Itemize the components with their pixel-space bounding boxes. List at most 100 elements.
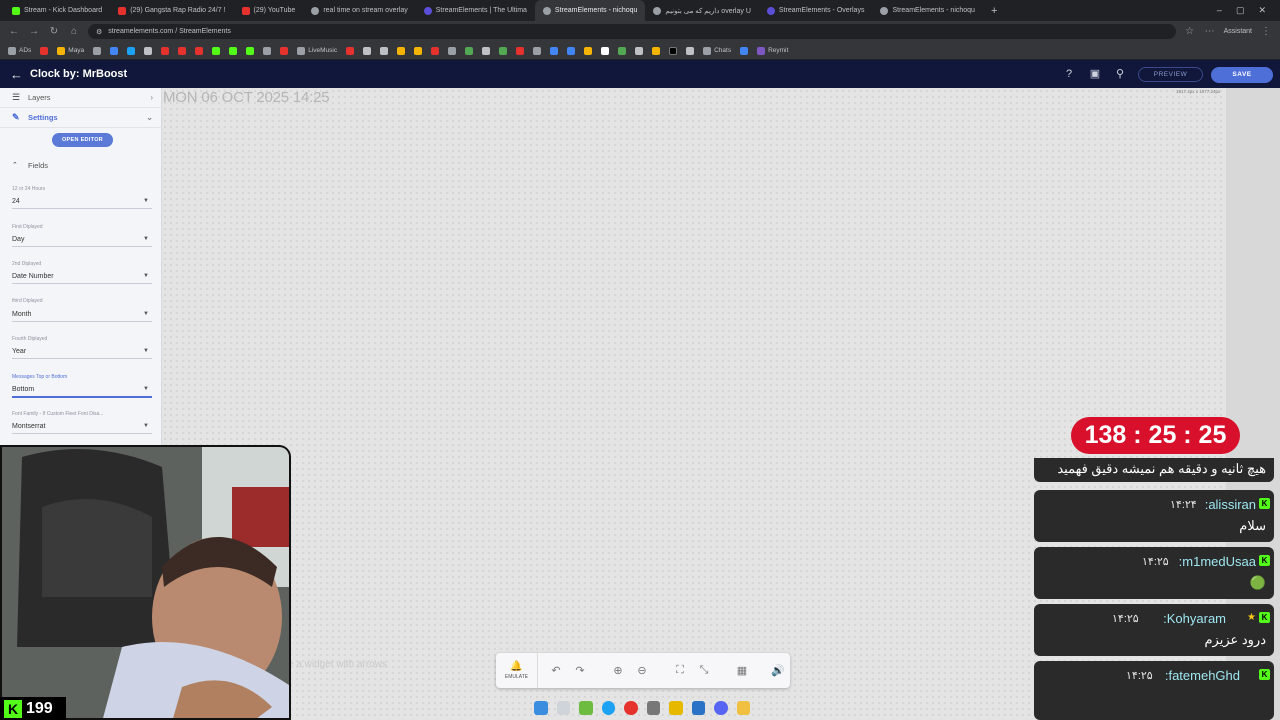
site-info-icon[interactable]: ⚙ (96, 28, 102, 36)
bookmark-reymit[interactable]: Reymit (757, 46, 788, 55)
select-second-displayed[interactable]: Date Number (12, 273, 54, 280)
taskbar-app-icon[interactable] (556, 701, 570, 715)
bookmark-icon[interactable] (635, 46, 644, 55)
bookmark-icon[interactable] (601, 46, 610, 55)
folder-icon[interactable] (736, 701, 750, 715)
select-fourth-displayed[interactable]: Year (12, 348, 26, 355)
tab-search[interactable]: real time on stream overlay (303, 0, 415, 21)
gmail-icon[interactable] (280, 46, 289, 55)
reload-icon[interactable]: ↻ (48, 26, 60, 37)
taskbar-app-icon[interactable] (691, 701, 705, 715)
fields-row[interactable]: ⌃ Fields (0, 155, 162, 175)
dropdown-caret-icon[interactable]: ▼ (143, 273, 149, 279)
tab-youtube[interactable]: (29) YouTube (234, 0, 304, 21)
taskbar-app-icon[interactable] (646, 701, 660, 715)
browser-menu-icon[interactable]: ⋮ (1260, 26, 1272, 37)
assistant-button[interactable]: Assistant (1224, 28, 1252, 35)
zoom-in-icon[interactable]: ⊕ (606, 664, 630, 677)
bookmark-icon[interactable] (127, 46, 136, 55)
dropdown-caret-icon[interactable]: ▼ (143, 386, 149, 392)
new-tab-button[interactable]: + (983, 0, 1005, 21)
preview-button[interactable]: PREVIEW (1138, 67, 1203, 82)
tab-overlays[interactable]: StreamElements - Overlays (759, 0, 873, 21)
bookmark-icon[interactable] (397, 46, 406, 55)
back-arrow-icon[interactable]: ← (8, 26, 20, 37)
tab-radio[interactable]: (29) Gangsta Rap Radio 24/7 ! (110, 0, 233, 21)
start-icon[interactable] (534, 701, 548, 715)
undo-icon[interactable]: ↶ (544, 664, 568, 677)
dropdown-caret-icon[interactable]: ▼ (143, 423, 149, 429)
bookmark-icon[interactable] (499, 46, 508, 55)
tab-streamelements-2[interactable]: StreamElements - nichoqu (872, 0, 982, 21)
fullscreen-icon[interactable]: ⛶ (668, 664, 692, 677)
select-third-displayed[interactable]: Month (12, 311, 31, 318)
x-icon[interactable] (144, 46, 153, 55)
bookmark-ads[interactable]: ADs (8, 46, 31, 55)
select-font-family[interactable]: Montserrat (12, 423, 45, 430)
extensions-icon[interactable]: ⋯ (1204, 26, 1216, 37)
bookmark-icon[interactable] (161, 46, 170, 55)
bookmark-chats[interactable]: Chats (703, 46, 731, 55)
bookmark-icon[interactable] (110, 46, 119, 55)
emulate-button[interactable]: 🔔 EMULATE (496, 653, 538, 688)
screen-icon[interactable]: ▣ (1088, 67, 1102, 81)
save-button[interactable]: SAVE (1211, 67, 1273, 83)
bookmark-icon[interactable] (465, 46, 474, 55)
bookmark-icon[interactable] (482, 46, 491, 55)
bookmark-icon[interactable] (448, 46, 457, 55)
bookmark-icon[interactable] (40, 46, 49, 55)
minimize-window-icon[interactable]: – (1217, 5, 1222, 16)
dropdown-caret-icon[interactable]: ▼ (143, 198, 149, 204)
volume-icon[interactable]: 🔊 (766, 664, 790, 677)
forward-arrow-icon[interactable]: → (28, 26, 40, 37)
bookmark-star-icon[interactable]: ☆ (1184, 26, 1196, 37)
back-arrow-icon[interactable]: ← (10, 67, 24, 82)
kick-icon[interactable] (212, 46, 221, 55)
bookmark-icon[interactable] (195, 46, 204, 55)
bookmark-icon[interactable] (246, 46, 255, 55)
bookmark-icon[interactable] (380, 46, 389, 55)
tab-streamelements-active[interactable]: StreamElements - nichoqu (534, 0, 646, 21)
bookmark-icon[interactable] (584, 46, 593, 55)
bookmark-icon[interactable] (567, 46, 576, 55)
kick-icon[interactable] (229, 46, 238, 55)
bookmark-icon[interactable] (363, 46, 372, 55)
bookmark-icon[interactable] (93, 46, 102, 55)
select-messages-position[interactable]: Bottom (12, 386, 34, 393)
edge-icon[interactable] (601, 701, 615, 715)
bookmark-maya[interactable]: Maya (57, 46, 84, 55)
dropdown-caret-icon[interactable]: ▼ (143, 348, 149, 354)
bookmark-icon[interactable] (431, 46, 440, 55)
discord-icon[interactable] (714, 701, 728, 715)
grid-icon[interactable]: ▦ (730, 664, 754, 677)
bookmark-icon[interactable] (263, 46, 272, 55)
taskbar-app-icon[interactable] (624, 701, 638, 715)
tab-chatgpt[interactable]: داریم که می‌ بتونیم overlay U (645, 0, 758, 21)
home-icon[interactable]: ⌂ (68, 26, 80, 37)
link-icon[interactable]: ⚲ (1113, 67, 1127, 81)
bookmark-icon[interactable] (740, 46, 749, 55)
bookmark-icon[interactable] (652, 46, 661, 55)
youtube-icon[interactable] (178, 46, 187, 55)
bookmark-icon[interactable] (550, 46, 559, 55)
taskbar-app-icon[interactable] (579, 701, 593, 715)
settings-row[interactable]: ✎ Settings ⌄ (0, 108, 162, 128)
maximize-window-icon[interactable]: ▢ (1236, 5, 1245, 16)
dropdown-caret-icon[interactable]: ▼ (143, 311, 149, 317)
taskbar-app-icon[interactable] (669, 701, 683, 715)
dropdown-caret-icon[interactable]: ▼ (143, 236, 149, 242)
help-icon[interactable]: ? (1062, 67, 1076, 81)
select-first-displayed[interactable]: Day (12, 236, 24, 243)
bookmark-icon[interactable] (346, 46, 355, 55)
tab-streamelements-ultimate[interactable]: StreamElements | The Ultima (416, 0, 535, 21)
bookmark-icon[interactable] (516, 46, 525, 55)
bookmark-icon[interactable] (414, 46, 423, 55)
close-window-icon[interactable]: ✕ (1258, 5, 1266, 16)
tab-kick-dashboard[interactable]: Stream - Kick Dashboard (4, 0, 110, 21)
redo-icon[interactable]: ↷ (568, 664, 592, 677)
layers-row[interactable]: ☰ Layers › (0, 88, 162, 108)
open-editor-button[interactable]: OPEN EDITOR (52, 133, 113, 147)
bookmark-icon[interactable] (669, 46, 678, 55)
bookmark-icon[interactable] (618, 46, 627, 55)
bookmark-livemusic[interactable]: LiveMusic (297, 46, 337, 55)
